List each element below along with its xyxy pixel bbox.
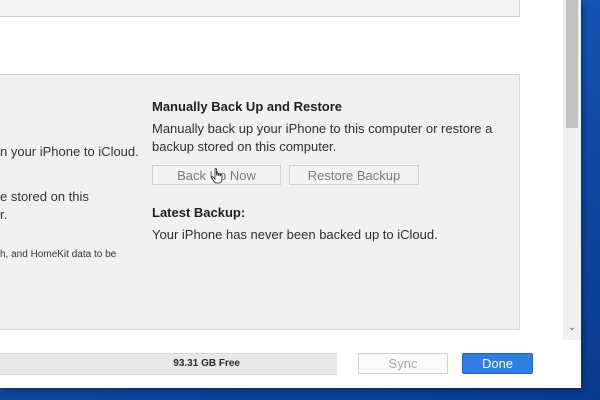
this-computer-option-text: e stored on this	[0, 189, 89, 204]
latest-backup-status: Your iPhone has never been backed up to …	[152, 227, 438, 242]
vertical-scrollbar[interactable]: ⌄	[563, 0, 581, 340]
restore-backup-button[interactable]: Restore Backup	[289, 165, 419, 185]
sync-button[interactable]: Sync	[358, 353, 448, 374]
scrollbar-thumb[interactable]	[566, 0, 578, 128]
this-computer-option-text-cont: r.	[0, 207, 8, 222]
encrypt-note-text: h, and HomeKit data to be	[0, 249, 117, 260]
free-space-label: 93.31 GB Free	[173, 358, 240, 369]
manual-backup-description-line1: Manually back up your iPhone to this com…	[152, 121, 493, 136]
hand-pointer-icon	[211, 168, 223, 184]
itunes-window: n your iPhone to iCloud. e stored on thi…	[0, 0, 581, 388]
top-section-panel	[0, 0, 520, 17]
bottom-bar: 93.31 GB Free Sync Done	[0, 340, 581, 388]
manual-backup-description: Manually back up your iPhone to this com…	[152, 120, 492, 156]
manual-backup-heading: Manually Back Up and Restore	[152, 99, 342, 114]
chevron-down-icon[interactable]: ⌄	[566, 321, 578, 335]
storage-capacity-bar: 93.31 GB Free	[0, 353, 337, 375]
done-button[interactable]: Done	[462, 353, 533, 374]
latest-backup-heading: Latest Backup:	[152, 205, 246, 220]
manual-backup-description-line2: backup stored on this computer.	[152, 139, 337, 154]
icloud-option-text: n your iPhone to iCloud.	[0, 144, 139, 159]
